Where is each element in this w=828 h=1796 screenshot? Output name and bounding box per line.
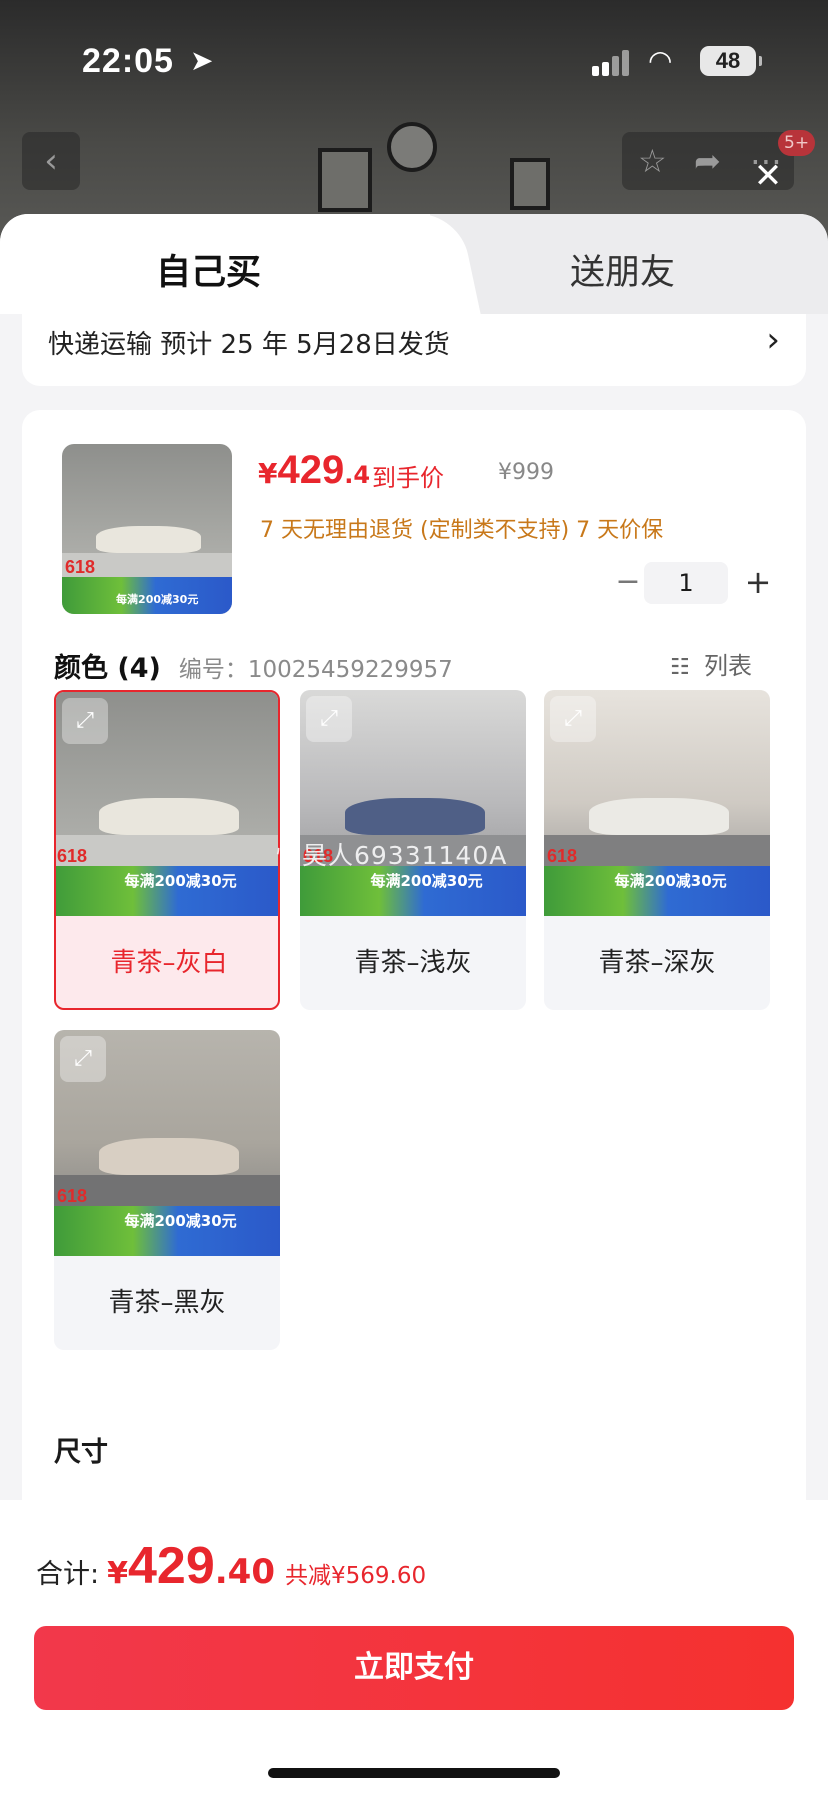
notification-badge: 5+ <box>778 130 816 156</box>
decrease-button[interactable]: − <box>608 562 648 604</box>
product-options-card: 618 每满200减30元 ¥429.4 到手价 ¥999 7 天无理由退货 (定… <box>22 410 806 1610</box>
color-option-label: 青茶–灰白 <box>110 948 228 978</box>
total-row: 合计: ¥429.40 共减¥569.60 <box>36 1536 426 1596</box>
price-label: 到手价 <box>372 464 444 492</box>
expand-icon[interactable]: ⤢ <box>550 696 596 742</box>
watermark-text: 恺昊人69331140A <box>276 841 508 870</box>
list-view-toggle[interactable]: ☷ 列表 <box>670 646 752 681</box>
quantity-field[interactable]: 1 <box>644 562 728 604</box>
total-decimal: .40 <box>214 1552 275 1592</box>
back-button[interactable]: ‹ <box>22 132 80 190</box>
list-icon: ☷ <box>670 655 690 680</box>
increase-button[interactable]: + <box>738 562 778 604</box>
total-currency: ¥ <box>107 1556 128 1591</box>
size-title: 尺寸 <box>54 1437 108 1468</box>
quantity-stepper: − 1 + <box>608 562 778 604</box>
expand-icon[interactable]: ⤢ <box>306 696 352 742</box>
shipping-text: 快递运输 预计 25 年 5月28日发货 <box>48 330 450 360</box>
color-header: 颜色 (4) 编号：10025459229957 <box>54 646 453 685</box>
product-code: 编号：10025459229957 <box>178 657 453 683</box>
color-title: 颜色 (4) <box>54 653 161 684</box>
list-toggle-label: 列表 <box>704 652 752 680</box>
color-option-label: 青茶–深灰 <box>598 948 716 978</box>
color-option[interactable]: 618 每满200减30元 ⤢ 青茶–黑灰 <box>54 1030 280 1350</box>
total-amount: 429 <box>127 1537 215 1595</box>
color-option-label: 青茶–黑灰 <box>108 1288 226 1318</box>
star-icon[interactable]: ☆ <box>638 142 667 180</box>
chevron-right-icon: › <box>766 320 780 360</box>
expand-icon[interactable]: ⤢ <box>62 698 108 744</box>
return-policy: 7 天无理由退货 (定制类不支持) 7 天价保 <box>260 518 664 543</box>
expand-icon[interactable]: ⤢ <box>60 1036 106 1082</box>
battery-icon: 48 <box>700 46 762 76</box>
wifi-icon: ◠ <box>648 44 673 77</box>
color-option[interactable]: 618 每满200减30元 ⤢ 青茶–灰白 <box>54 690 280 1010</box>
color-option[interactable]: 618 每满200减30元 ⤢ 青茶–深灰 <box>544 690 770 1010</box>
pay-now-button[interactable]: 立即支付 <box>34 1626 794 1710</box>
total-saving: 共减¥569.60 <box>284 1563 427 1589</box>
current-price: ¥429.4 <box>258 448 371 492</box>
checkout-footer: 合计: ¥429.40 共减¥569.60 立即支付 <box>0 1500 828 1796</box>
tab-gift-label[interactable]: 送朋友 <box>570 244 675 295</box>
status-bar: 22:05 ➤ ◠ 48 <box>0 0 828 118</box>
status-time: 22:05 <box>82 42 174 80</box>
cellular-signal-icon <box>592 48 632 76</box>
wall-art <box>318 148 372 212</box>
close-icon[interactable]: ✕ <box>752 159 784 193</box>
share-icon[interactable]: ➦ <box>694 142 721 180</box>
tab-self-buy-label[interactable]: 自己买 <box>156 244 261 295</box>
wall-clock <box>387 122 437 172</box>
color-option-label: 青茶–浅灰 <box>354 948 472 978</box>
shipping-row[interactable]: 快递运输 预计 25 年 5月28日发货 › <box>22 314 806 386</box>
total-label: 合计: <box>36 1559 100 1590</box>
home-indicator <box>268 1768 560 1778</box>
location-arrow-icon: ➤ <box>190 44 214 77</box>
purchase-tabs: 自己买 送朋友 <box>0 214 828 314</box>
back-icon: ‹ <box>44 141 58 181</box>
product-thumbnail[interactable]: 618 每满200减30元 <box>62 444 232 614</box>
wall-art <box>510 158 550 210</box>
original-price: ¥999 <box>498 460 554 485</box>
